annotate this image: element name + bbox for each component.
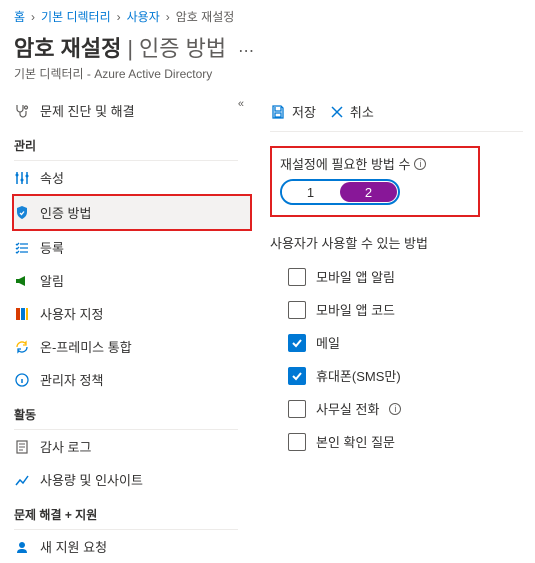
sidebar-item-admin-policy[interactable]: 관리자 정책 bbox=[14, 363, 252, 396]
checkbox-email[interactable] bbox=[288, 334, 306, 352]
checkbox-label: 모바일 앱 코드 bbox=[316, 300, 395, 319]
support-icon bbox=[14, 539, 30, 555]
checkbox-security-questions[interactable] bbox=[288, 433, 306, 451]
sidebar-group-support: 문제 해결 + 지원 bbox=[14, 496, 238, 530]
sidebar-item-usage[interactable]: 사용량 및 인사이트 bbox=[14, 463, 252, 496]
sidebar-item-label: 문제 진단 및 해결 bbox=[40, 101, 135, 120]
checkbox-label: 메일 bbox=[316, 333, 340, 352]
save-icon bbox=[270, 104, 286, 120]
sidebar: « 문제 진단 및 해결 관리 속성 인증 방법 등록 bbox=[0, 94, 252, 563]
checkbox-label: 사무실 전화 bbox=[316, 399, 379, 418]
sidebar-item-label: 관리자 정책 bbox=[40, 370, 103, 389]
info-icon[interactable]: i bbox=[389, 403, 401, 415]
checkbox-label: 모바일 앱 알림 bbox=[316, 267, 395, 286]
main-content: 저장 취소 재설정에 필요한 방법 수 i 1 2 사용자가 사용할 수 있는 … bbox=[252, 94, 535, 563]
log-icon bbox=[14, 439, 30, 455]
breadcrumb-users[interactable]: 사용자 bbox=[127, 8, 160, 25]
close-icon bbox=[330, 105, 344, 119]
sidebar-item-label: 감사 로그 bbox=[40, 437, 91, 456]
breadcrumb-home[interactable]: 홈 bbox=[14, 8, 25, 25]
sidebar-item-label: 인증 방법 bbox=[40, 203, 91, 222]
command-bar: 저장 취소 bbox=[270, 94, 523, 131]
methods-required-block: 재설정에 필요한 방법 수 i 1 2 bbox=[270, 146, 480, 217]
page-title: 암호 재설정 bbox=[14, 31, 121, 63]
sidebar-item-label: 알림 bbox=[40, 271, 64, 290]
sidebar-item-auth-methods[interactable]: 인증 방법 bbox=[12, 194, 252, 231]
breadcrumb-current: 암호 재설정 bbox=[176, 8, 235, 25]
methods-required-label: 재설정에 필요한 방법 수 i bbox=[280, 154, 470, 173]
stethoscope-icon bbox=[14, 103, 30, 119]
checkbox-label: 본인 확인 질문 bbox=[316, 432, 395, 451]
page-description: 기본 디렉터리 - Azure Active Directory bbox=[14, 65, 521, 82]
chevron-right-icon: › bbox=[117, 10, 121, 24]
page-header: 암호 재설정 | 인증 방법 ⋯ 기본 디렉터리 - Azure Active … bbox=[0, 29, 535, 94]
sidebar-item-notifications[interactable]: 알림 bbox=[14, 264, 252, 297]
sidebar-item-diagnose[interactable]: 문제 진단 및 해결 bbox=[14, 94, 252, 127]
checkbox-mobile-notification[interactable] bbox=[288, 268, 306, 286]
sidebar-item-label: 새 지원 요청 bbox=[40, 537, 107, 556]
discard-button-label: 취소 bbox=[350, 102, 374, 121]
info-icon bbox=[14, 372, 30, 388]
sidebar-item-label: 온-프레미스 통합 bbox=[40, 337, 132, 356]
save-button[interactable]: 저장 bbox=[270, 102, 316, 121]
info-icon[interactable]: i bbox=[414, 158, 426, 170]
chevron-right-icon: › bbox=[31, 10, 35, 24]
sidebar-item-label: 사용량 및 인사이트 bbox=[40, 470, 143, 489]
checkbox-mobile-code[interactable] bbox=[288, 301, 306, 319]
sidebar-item-new-support[interactable]: 새 지원 요청 bbox=[14, 530, 252, 563]
checklist-icon bbox=[14, 240, 30, 256]
megaphone-icon bbox=[14, 273, 30, 289]
shield-icon bbox=[14, 205, 30, 221]
sidebar-item-registration[interactable]: 등록 bbox=[14, 231, 252, 264]
sidebar-item-properties[interactable]: 속성 bbox=[14, 161, 252, 194]
sidebar-item-label: 사용자 지정 bbox=[40, 304, 103, 323]
breadcrumb-directory[interactable]: 기본 디렉터리 bbox=[41, 8, 111, 25]
breadcrumb: 홈 › 기본 디렉터리 › 사용자 › 암호 재설정 bbox=[0, 0, 535, 29]
checkbox-phone-sms[interactable] bbox=[288, 367, 306, 385]
save-button-label: 저장 bbox=[292, 102, 316, 121]
sidebar-item-onprem[interactable]: 온-프레미스 통합 bbox=[14, 330, 252, 363]
chart-icon bbox=[14, 472, 30, 488]
sidebar-group-manage: 관리 bbox=[14, 127, 238, 161]
sidebar-group-activity: 활동 bbox=[14, 396, 238, 430]
page-subtitle: 인증 방법 bbox=[139, 31, 226, 63]
sync-icon bbox=[14, 339, 30, 355]
sidebar-item-audit-logs[interactable]: 감사 로그 bbox=[14, 430, 252, 463]
title-separator: | bbox=[127, 36, 133, 62]
sidebar-item-label: 속성 bbox=[40, 168, 64, 187]
option-1[interactable]: 1 bbox=[282, 181, 339, 203]
collapse-sidebar-button[interactable]: « bbox=[238, 98, 244, 110]
methods-checklist: 모바일 앱 알림 모바일 앱 코드 메일 휴대폰(SMS만) bbox=[270, 260, 523, 458]
more-menu-button[interactable]: ⋯ bbox=[238, 41, 254, 61]
methods-required-toggle[interactable]: 1 2 bbox=[280, 179, 400, 205]
sidebar-item-label: 등록 bbox=[40, 238, 64, 257]
customize-icon bbox=[14, 306, 30, 322]
checkbox-label: 휴대폰(SMS만) bbox=[316, 366, 401, 385]
sliders-icon bbox=[14, 170, 30, 186]
available-methods-label: 사용자가 사용할 수 있는 방법 bbox=[270, 233, 523, 252]
checkbox-office-phone[interactable] bbox=[288, 400, 306, 418]
sidebar-item-customization[interactable]: 사용자 지정 bbox=[14, 297, 252, 330]
chevron-right-icon: › bbox=[166, 10, 170, 24]
option-2[interactable]: 2 bbox=[340, 182, 397, 202]
discard-button[interactable]: 취소 bbox=[330, 102, 374, 121]
